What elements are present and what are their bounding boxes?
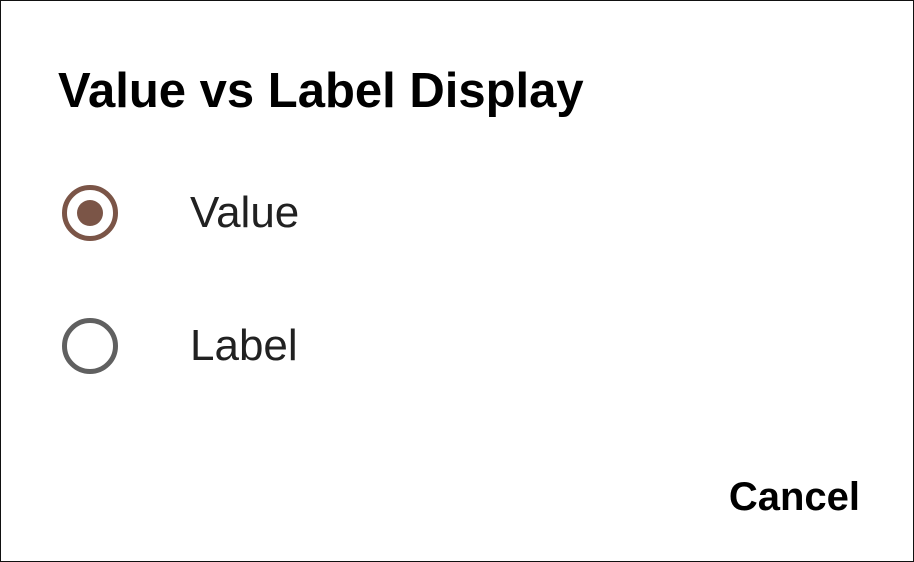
option-value-label: Value: [190, 188, 300, 237]
cancel-button[interactable]: Cancel: [729, 471, 860, 523]
display-mode-dialog: Value vs Label Display Value Label Cance…: [0, 0, 914, 562]
option-label[interactable]: Label: [1, 291, 914, 401]
option-label-label: Label: [190, 321, 298, 370]
option-value[interactable]: Value: [1, 158, 914, 268]
radio-unchecked-icon[interactable]: [62, 318, 118, 374]
radio-checked-icon[interactable]: [62, 185, 118, 241]
dialog-title: Value vs Label Display: [58, 64, 584, 118]
radio-dot: [77, 200, 103, 226]
